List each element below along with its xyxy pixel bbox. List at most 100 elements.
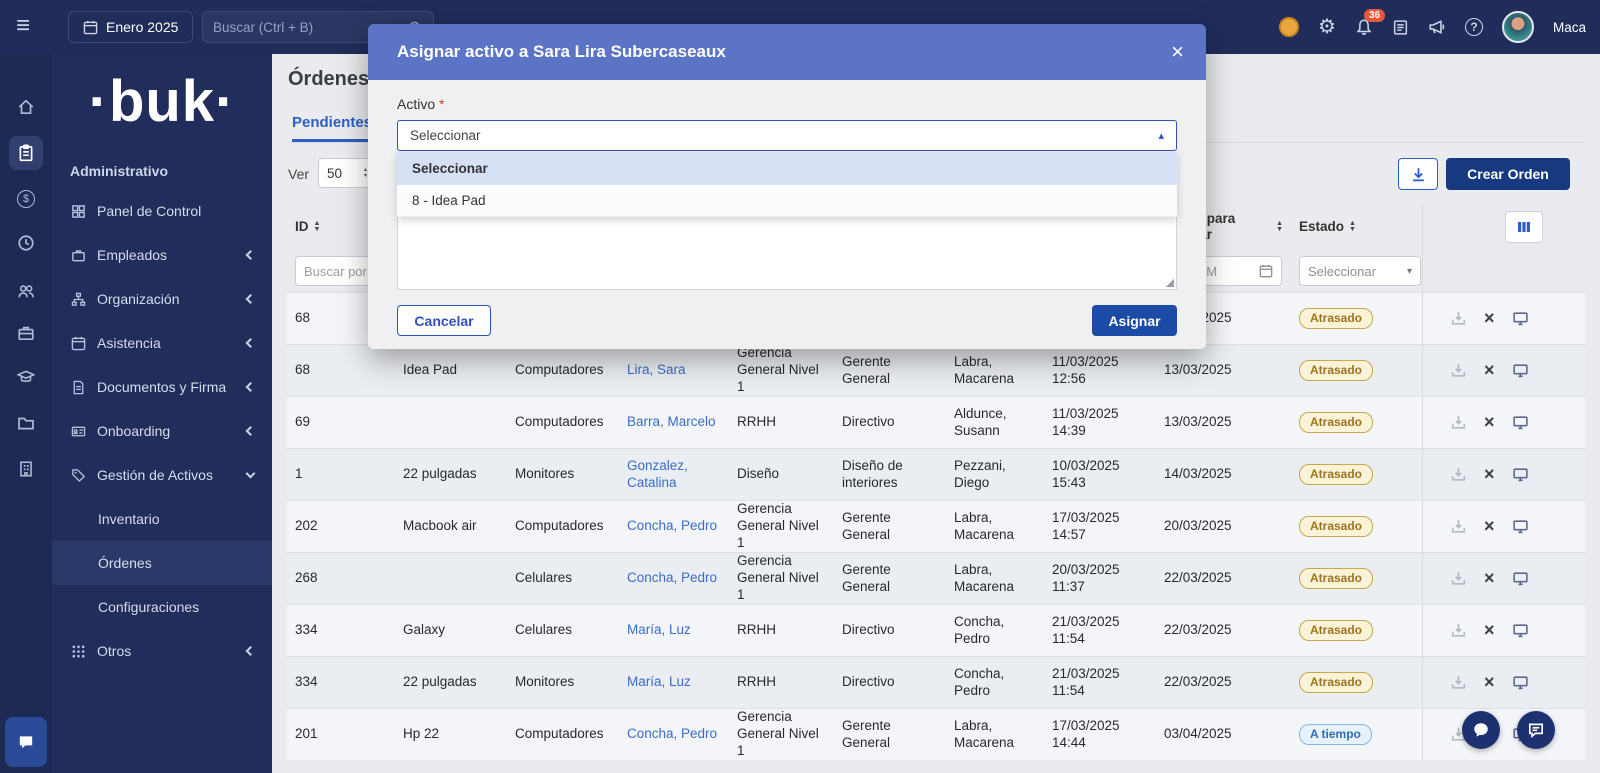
sidebar-item-documentos-y-firma[interactable]: Documentos y Firma <box>52 365 272 409</box>
tab-pendientes[interactable]: Pendientes <box>292 114 372 142</box>
chat-fab-button[interactable] <box>1462 711 1500 749</box>
dropdown-option-idea-pad[interactable]: 8 - Idea Pad <box>397 185 1177 217</box>
assign-download-icon[interactable] <box>1450 570 1467 587</box>
help-icon[interactable]: ? <box>1465 18 1483 36</box>
export-download-button[interactable] <box>1398 158 1438 190</box>
cell-asignado-por: Concha, Pedro <box>946 657 1044 708</box>
people-icon[interactable] <box>9 274 43 308</box>
cell-asignado-por: Concha, Pedro <box>946 605 1044 656</box>
cell-nombre: 22 pulgadas <box>395 449 507 500</box>
employee-link[interactable]: Concha, Pedro <box>627 570 717 587</box>
dropdown-option-seleccionar[interactable]: Seleccionar <box>397 152 1177 185</box>
sidebar-item-panel-de-control[interactable]: Panel de Control <box>52 189 272 233</box>
cancel-x-icon[interactable]: × <box>1484 463 1495 486</box>
employee-link[interactable]: María, Luz <box>627 674 691 691</box>
assign-download-icon[interactable] <box>1450 674 1467 691</box>
time-clock-icon[interactable] <box>9 226 43 260</box>
icon-rail: $ <box>0 54 52 773</box>
cell-fecha-asignar: 22/03/2025 <box>1156 605 1291 656</box>
support-fab-button[interactable] <box>1517 711 1555 749</box>
assign-download-icon[interactable] <box>1450 622 1467 639</box>
cell-fecha: 11/03/2025 12:56 <box>1044 345 1156 396</box>
cell-fecha-asignar: 20/03/2025 <box>1156 501 1291 552</box>
device-monitor-icon[interactable] <box>1512 570 1529 587</box>
activo-select[interactable]: Seleccionar ▴ <box>397 120 1177 151</box>
hamburger-menu-icon[interactable]: ≡ <box>16 13 30 39</box>
coin-icon[interactable] <box>1279 17 1299 37</box>
sidebar-item-onboarding[interactable]: Onboarding <box>52 409 272 453</box>
sidebar-item-organizacion[interactable]: Organización <box>52 277 272 321</box>
news-icon[interactable] <box>1392 19 1409 36</box>
period-label: Enero 2025 <box>106 19 178 35</box>
training-cap-icon[interactable] <box>9 360 43 394</box>
launcher-chat-button[interactable] <box>5 717 47 767</box>
sidebar-item-asistencia[interactable]: Asistencia <box>52 321 272 365</box>
documents-folder-icon[interactable] <box>9 406 43 440</box>
assign-button[interactable]: Asignar <box>1092 305 1177 336</box>
device-monitor-icon[interactable] <box>1512 310 1529 327</box>
modal-header: Asignar activo a Sara Lira Subercaseaux … <box>368 24 1206 80</box>
user-avatar[interactable] <box>1502 11 1534 43</box>
sidebar-subitem-ordenes[interactable]: Órdenes <box>52 541 272 585</box>
cancel-x-icon[interactable]: × <box>1484 307 1495 330</box>
device-monitor-icon[interactable] <box>1512 674 1529 691</box>
employee-link[interactable]: María, Luz <box>627 622 691 639</box>
period-selector[interactable]: Enero 2025 <box>68 11 193 43</box>
cancel-x-icon[interactable]: × <box>1484 359 1495 382</box>
filter-estado-select[interactable]: Seleccionar ▾ <box>1299 256 1421 286</box>
cell-area: RRHH <box>729 605 834 656</box>
device-monitor-icon[interactable] <box>1512 362 1529 379</box>
sidebar-subitem-inventario[interactable]: Inventario <box>52 497 272 541</box>
activo-select-value: Seleccionar <box>410 128 481 143</box>
device-monitor-icon[interactable] <box>1512 466 1529 483</box>
employee-link[interactable]: Barra, Marcelo <box>627 414 716 431</box>
device-monitor-icon[interactable] <box>1512 622 1529 639</box>
sidebar-item-otros[interactable]: Otros <box>52 629 272 673</box>
megaphone-icon[interactable] <box>1428 18 1446 36</box>
cancel-x-icon[interactable]: × <box>1484 567 1495 590</box>
cancel-x-icon[interactable]: × <box>1484 411 1495 434</box>
assign-download-icon[interactable] <box>1450 362 1467 379</box>
briefcase-icon[interactable] <box>9 316 43 350</box>
orders-clipboard-icon[interactable] <box>9 136 43 170</box>
assign-download-icon[interactable] <box>1450 414 1467 431</box>
employee-link[interactable]: Concha, Pedro <box>627 726 717 743</box>
cell-fecha: 21/03/2025 11:54 <box>1044 657 1156 708</box>
payroll-dollar-icon[interactable]: $ <box>9 182 43 216</box>
notifications-bell-icon[interactable]: 36 <box>1355 18 1373 36</box>
device-monitor-icon[interactable] <box>1512 518 1529 535</box>
cancel-x-icon[interactable]: × <box>1484 515 1495 538</box>
cell-fecha: 17/03/2025 14:57 <box>1044 501 1156 552</box>
close-icon[interactable]: × <box>1171 39 1184 65</box>
cell-categoria: Computadores <box>507 709 619 760</box>
settings-gear-icon[interactable]: ⚙ <box>1318 17 1336 37</box>
cancel-x-icon[interactable]: × <box>1484 619 1495 642</box>
cancel-button[interactable]: Cancelar <box>397 305 491 336</box>
cell-cargo: Gerente General <box>834 501 946 552</box>
row-actions: × <box>1422 501 1585 552</box>
sidebar-subitem-configuraciones[interactable]: Configuraciones <box>52 585 272 629</box>
employee-link[interactable]: Lira, Sara <box>627 362 686 379</box>
cell-cargo: Gerente General <box>834 709 946 760</box>
sidebar-item-empleados[interactable]: Empleados <box>52 233 272 277</box>
employee-link[interactable]: Concha, Pedro <box>627 518 717 535</box>
cell-fecha-asignar: 22/03/2025 <box>1156 553 1291 604</box>
cell-asignado-por: Pezzani, Diego <box>946 449 1044 500</box>
company-building-icon[interactable] <box>9 452 43 486</box>
sidebar-item-label: Panel de Control <box>97 203 201 219</box>
assign-download-icon[interactable] <box>1450 466 1467 483</box>
sidebar-item-gestion-de-activos[interactable]: Gestión de Activos <box>52 453 272 497</box>
header-estado[interactable]: Estado▲▼ <box>1291 204 1422 250</box>
cancel-x-icon[interactable]: × <box>1484 671 1495 694</box>
employee-link[interactable]: Gonzalez, Catalina <box>627 458 721 492</box>
device-monitor-icon[interactable] <box>1512 414 1529 431</box>
home-icon[interactable] <box>9 90 43 124</box>
table-row: 334 22 pulgadas Monitores María, Luz RRH… <box>287 656 1585 708</box>
column-picker-button[interactable] <box>1505 211 1543 243</box>
resize-handle[interactable] <box>1166 279 1174 287</box>
cell-nombre: Galaxy <box>395 605 507 656</box>
assign-download-icon[interactable] <box>1450 310 1467 327</box>
create-order-button[interactable]: Crear Orden <box>1446 158 1570 190</box>
table-row: 68 Idea Pad Computadores Lira, Sara Gere… <box>287 344 1585 396</box>
assign-download-icon[interactable] <box>1450 518 1467 535</box>
